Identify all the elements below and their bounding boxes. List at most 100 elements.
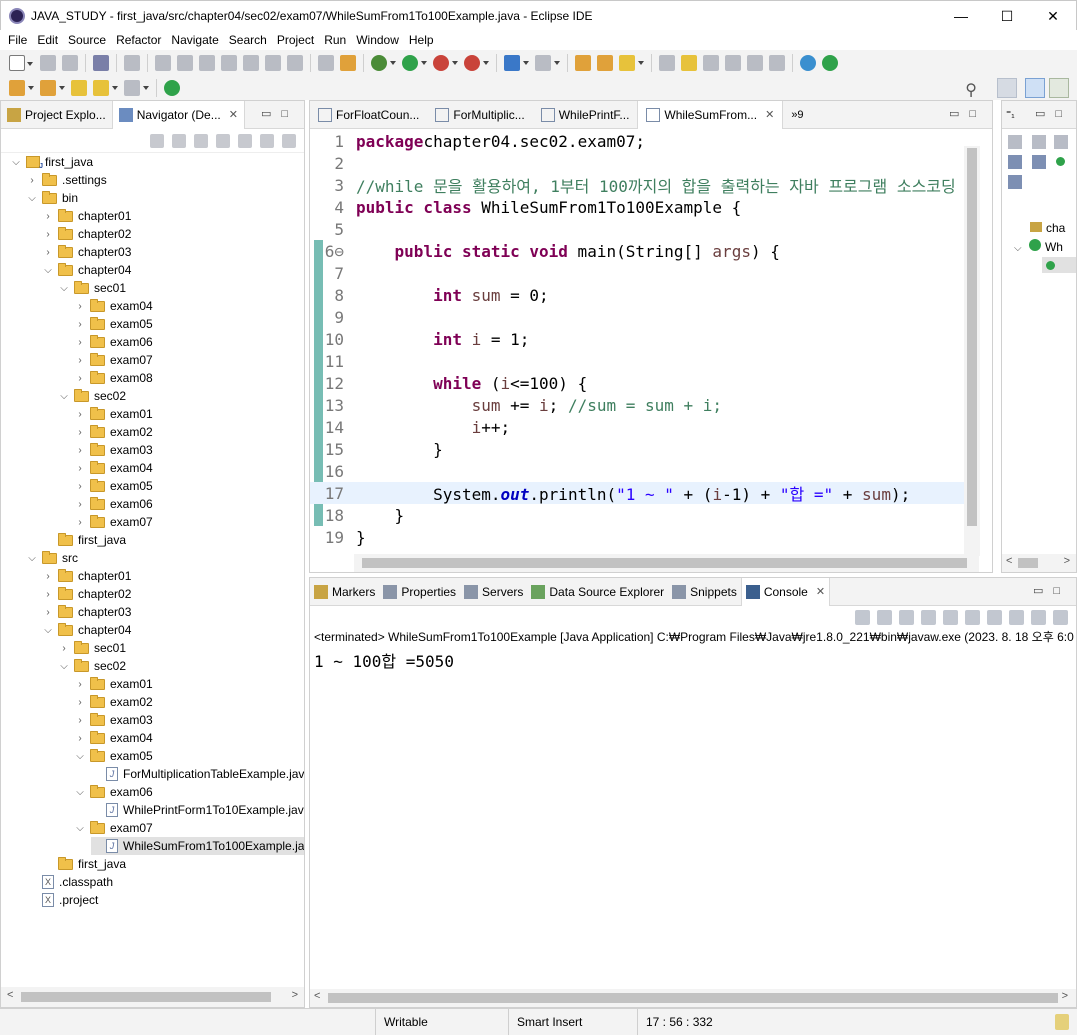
- highlight-icon[interactable]: [681, 55, 697, 71]
- menu-window[interactable]: Window: [351, 30, 404, 50]
- chevron-right-icon[interactable]: ›: [75, 733, 85, 744]
- chevron-right-icon[interactable]: ›: [75, 481, 85, 492]
- suspend-icon[interactable]: [177, 55, 193, 71]
- tab-servers[interactable]: Servers: [460, 578, 527, 606]
- last-edit-location-icon[interactable]: [71, 79, 87, 96]
- editor-tab[interactable]: WhilePrintF...: [533, 101, 638, 129]
- console-output[interactable]: 1 ~ 100합 =5050: [310, 646, 1076, 672]
- debug-icon[interactable]: [371, 55, 396, 71]
- minimize-maximize-controls[interactable]: ▭□: [1035, 107, 1072, 120]
- outline-item-class[interactable]: ⌵ Wh: [1014, 239, 1063, 254]
- close-button[interactable]: ✕: [1030, 1, 1076, 31]
- tree-item[interactable]: › exam02: [75, 423, 153, 441]
- code-line[interactable]: 15 }: [310, 438, 965, 460]
- show-console-icon[interactable]: [965, 609, 980, 625]
- word-wrap-icon[interactable]: [943, 609, 958, 625]
- terminal-icon[interactable]: [93, 55, 109, 71]
- chevron-right-icon[interactable]: ›: [75, 337, 85, 348]
- tree-item[interactable]: › chapter03: [43, 243, 131, 261]
- search-tool-icon[interactable]: [619, 55, 644, 71]
- tree-item[interactable]: ⌵ exam05: [75, 747, 153, 765]
- chevron-right-icon[interactable]: ›: [43, 607, 53, 618]
- scroll-left-icon[interactable]: <: [314, 990, 320, 1002]
- resume-icon[interactable]: [155, 55, 171, 71]
- code-line[interactable]: 4 public class WhileSumFrom1To100Example …: [310, 196, 965, 218]
- tree-item[interactable]: › exam06: [75, 495, 153, 513]
- chevron-down-icon[interactable]: ⌵: [27, 553, 37, 564]
- chevron-right-icon[interactable]: ›: [43, 247, 53, 258]
- code-line[interactable]: 19}: [310, 526, 965, 548]
- word-wrap-icon[interactable]: [703, 55, 719, 71]
- horizontal-scrollbar[interactable]: [354, 554, 979, 572]
- pin-console-icon[interactable]: [987, 609, 1002, 625]
- maximize-button[interactable]: ☐: [984, 1, 1030, 31]
- chevron-right-icon[interactable]: ›: [75, 697, 85, 708]
- display-selected-console-icon[interactable]: [1009, 609, 1024, 625]
- tree-item[interactable]: ⌵ sec02: [59, 657, 126, 675]
- previous-annotation-icon[interactable]: [40, 79, 65, 96]
- new-console-icon[interactable]: [1053, 609, 1068, 625]
- tab-snippets[interactable]: Snippets: [668, 578, 741, 606]
- chevron-down-icon[interactable]: ⌵: [59, 391, 69, 402]
- editor-tab[interactable]: ForMultiplic...: [427, 101, 532, 129]
- tab-navigator[interactable]: Navigator (De... ✕: [111, 100, 245, 129]
- tree-item[interactable]: › chapter01: [43, 567, 131, 585]
- tree-item[interactable]: › exam08: [75, 369, 153, 387]
- tree-item[interactable]: › exam07: [75, 351, 153, 369]
- java-perspective-icon[interactable]: [1025, 78, 1045, 98]
- tree-item[interactable]: › exam03: [75, 441, 153, 459]
- view-menu-icon[interactable]: [282, 133, 296, 148]
- menu-source[interactable]: Source: [63, 30, 111, 50]
- tree-item[interactable]: › exam02: [75, 693, 153, 711]
- menu-file[interactable]: File: [3, 30, 32, 50]
- vertical-scrollbar[interactable]: [964, 146, 980, 556]
- scroll-left-icon[interactable]: <: [7, 989, 13, 1001]
- chevron-right-icon[interactable]: ›: [75, 463, 85, 474]
- external-tools-icon[interactable]: [464, 55, 489, 71]
- new-java-project-icon[interactable]: [504, 55, 529, 71]
- code-line[interactable]: 18 }: [310, 504, 965, 526]
- code-line[interactable]: 3 //while 문을 활용하여, 1부터 100까지의 합을 출력하는 자바 …: [310, 174, 965, 197]
- open-task-icon[interactable]: [597, 55, 613, 71]
- code-area[interactable]: 1 packagechapter04.sec02.exam07; 2 3 //while…: [310, 130, 965, 554]
- tree-item[interactable]: ⌵ exam06: [75, 783, 153, 801]
- run-icon[interactable]: [402, 55, 427, 71]
- forward-icon[interactable]: [172, 133, 186, 148]
- minimize-maximize-controls[interactable]: ▭□: [1033, 584, 1070, 597]
- tree-item[interactable]: ⌵ src: [27, 549, 78, 567]
- code-line[interactable]: 11: [310, 350, 965, 372]
- scrollbar-thumb[interactable]: [1018, 558, 1038, 568]
- tab-properties[interactable]: Properties: [379, 578, 460, 606]
- tree-item[interactable]: ⌵ bin: [27, 189, 78, 207]
- chevron-down-icon[interactable]: ⌵: [27, 193, 37, 204]
- collapse-all-icon[interactable]: [216, 133, 230, 148]
- tree-item[interactable]: ⌵ chapter04: [43, 261, 131, 279]
- hide-nonpublic-icon[interactable]: [1008, 155, 1022, 169]
- notification-icon[interactable]: [1055, 1014, 1069, 1030]
- up-icon[interactable]: [194, 133, 208, 148]
- outline-item-main[interactable]: [1042, 257, 1076, 273]
- tree-item[interactable]: › exam07: [75, 513, 153, 531]
- scroll-right-icon[interactable]: >: [292, 989, 298, 1001]
- chevron-right-icon[interactable]: ›: [43, 589, 53, 600]
- code-line[interactable]: 8 int sum = 0;: [310, 284, 965, 306]
- tree-item[interactable]: ⌵ first_java: [11, 153, 93, 171]
- close-icon[interactable]: ✕: [765, 108, 774, 121]
- block-selection-icon[interactable]: [725, 55, 741, 71]
- chevron-down-icon[interactable]: ⌵: [43, 625, 53, 636]
- remove-launch-icon[interactable]: [877, 609, 892, 625]
- pin-editor-icon[interactable]: [164, 79, 180, 96]
- chevron-down-icon[interactable]: ⌵: [11, 157, 21, 168]
- code-line[interactable]: 6⊖ public static void main(String[] args…: [310, 240, 965, 262]
- terminate-icon[interactable]: [199, 55, 215, 71]
- tab-project-explorer[interactable]: Project Explo...: [1, 101, 112, 129]
- chevron-right-icon[interactable]: ›: [75, 679, 85, 690]
- tree-item[interactable]: X .project: [27, 891, 98, 909]
- chevron-down-icon[interactable]: ⌵: [43, 265, 53, 276]
- menu-search[interactable]: Search: [224, 30, 272, 50]
- menu-run[interactable]: Run: [319, 30, 351, 50]
- chevron-right-icon[interactable]: ›: [75, 517, 85, 528]
- chevron-right-icon[interactable]: ›: [75, 499, 85, 510]
- tree-item[interactable]: ⌵ sec02: [59, 387, 126, 405]
- coverage-icon[interactable]: [433, 55, 458, 71]
